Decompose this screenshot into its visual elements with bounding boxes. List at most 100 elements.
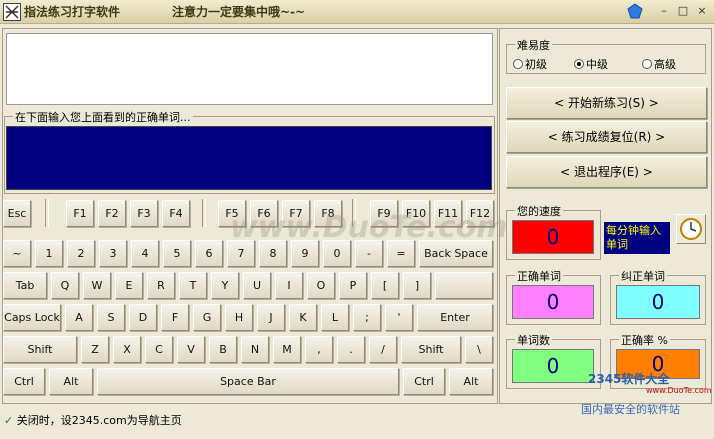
- close-button[interactable]: ×: [694, 4, 710, 19]
- key-t[interactable]: T: [179, 272, 207, 299]
- radio-advanced-label: 高级: [654, 58, 676, 71]
- key-open-bracket[interactable]: [: [371, 272, 399, 299]
- key-f3[interactable]: F3: [130, 200, 158, 227]
- key-j[interactable]: J: [257, 304, 285, 331]
- key-q[interactable]: Q: [51, 272, 79, 299]
- key-p[interactable]: P: [339, 272, 367, 299]
- window-subtitle: 注意力一定要集中哦~-~: [172, 5, 306, 19]
- key-x[interactable]: X: [113, 336, 141, 363]
- accuracy-label: 正确率 %: [619, 332, 670, 348]
- key-right-alt[interactable]: Alt: [449, 368, 493, 395]
- key-right-ctrl[interactable]: Ctrl: [403, 368, 445, 395]
- gem-icon[interactable]: [627, 3, 643, 19]
- key-close-bracket[interactable]: ]: [403, 272, 431, 299]
- word-display: [6, 33, 493, 105]
- key-tilde[interactable]: ~: [3, 240, 31, 267]
- difficulty-label: 难易度: [515, 37, 552, 53]
- key-u[interactable]: U: [243, 272, 271, 299]
- key-left-ctrl[interactable]: Ctrl: [3, 368, 45, 395]
- minimize-button[interactable]: –: [656, 4, 672, 19]
- speed-value: 0: [512, 220, 594, 254]
- exit-button[interactable]: < 退出程序(E) >: [506, 156, 707, 188]
- key-f[interactable]: F: [161, 304, 189, 331]
- key-separator: [202, 199, 206, 227]
- speed-label: 您的速度: [515, 203, 563, 219]
- check-icon: ✓: [4, 414, 14, 427]
- key-right-shift[interactable]: Shift: [401, 336, 461, 363]
- key-c[interactable]: C: [145, 336, 173, 363]
- key-space[interactable]: Space Bar: [97, 368, 399, 395]
- correct-label: 正确单词: [515, 268, 563, 284]
- speed-unit-note: 每分钟输入单词: [604, 222, 670, 254]
- radio-intermediate[interactable]: 中级: [574, 56, 608, 72]
- key-n[interactable]: N: [241, 336, 269, 363]
- key-period[interactable]: .: [337, 336, 365, 363]
- maximize-button[interactable]: □: [675, 4, 691, 19]
- key-5[interactable]: 5: [163, 240, 191, 267]
- key-r[interactable]: R: [147, 272, 175, 299]
- site-url: www.DuoTe.com: [646, 386, 712, 395]
- key-separator: [45, 199, 49, 227]
- key-g[interactable]: G: [193, 304, 221, 331]
- key-left-shift[interactable]: Shift: [3, 336, 77, 363]
- input-group-label: 在下面输入您上面看到的正确单词...: [13, 109, 193, 125]
- key-tab[interactable]: Tab: [3, 272, 47, 299]
- key-s[interactable]: S: [97, 304, 125, 331]
- reset-score-button[interactable]: < 练习成绩复位(R) >: [506, 121, 707, 153]
- radio-dot-selected: [574, 59, 584, 69]
- key-b[interactable]: B: [209, 336, 237, 363]
- radio-dot: [513, 59, 523, 69]
- key-blank[interactable]: [435, 272, 493, 299]
- key-w[interactable]: W: [83, 272, 111, 299]
- clock-icon[interactable]: [676, 214, 706, 244]
- count-label: 单词数: [515, 332, 552, 348]
- correct-value: 0: [512, 285, 594, 319]
- site-tagline: 国内最安全的软件站: [581, 403, 680, 416]
- key-f2[interactable]: F2: [98, 200, 126, 227]
- key-o[interactable]: O: [307, 272, 335, 299]
- key-d[interactable]: D: [129, 304, 157, 331]
- watermark: www.DuoTe.com: [230, 210, 508, 245]
- count-value: 0: [512, 349, 594, 383]
- window-title: 指法练习打字软件: [24, 5, 121, 19]
- key-enter[interactable]: Enter: [417, 304, 493, 331]
- key-f1[interactable]: F1: [66, 200, 94, 227]
- key-l[interactable]: L: [321, 304, 349, 331]
- radio-intermediate-label: 中级: [586, 58, 608, 71]
- radio-beginner-label: 初级: [525, 58, 547, 71]
- key-1[interactable]: 1: [35, 240, 63, 267]
- homepage-checkbox[interactable]: ✓ 关闭时，设2345.com为导航主页: [4, 412, 182, 428]
- key-m[interactable]: M: [273, 336, 301, 363]
- key-i[interactable]: I: [275, 272, 303, 299]
- key-esc[interactable]: Esc: [3, 200, 31, 227]
- key-comma[interactable]: ,: [305, 336, 333, 363]
- key-backslash[interactable]: \: [465, 336, 493, 363]
- key-quote[interactable]: ': [385, 304, 413, 331]
- site-logo: 2345软件大全: [588, 372, 670, 386]
- radio-beginner[interactable]: 初级: [513, 56, 547, 72]
- homepage-checkbox-label: 关闭时，设2345.com为导航主页: [16, 414, 182, 427]
- app-icon[interactable]: [3, 3, 21, 21]
- radio-dot: [642, 59, 652, 69]
- key-left-alt[interactable]: Alt: [49, 368, 93, 395]
- key-6[interactable]: 6: [195, 240, 223, 267]
- key-slash[interactable]: /: [369, 336, 397, 363]
- key-3[interactable]: 3: [99, 240, 127, 267]
- key-y[interactable]: Y: [211, 272, 239, 299]
- key-v[interactable]: V: [177, 336, 205, 363]
- key-capslock[interactable]: Caps Lock: [3, 304, 61, 331]
- key-f4[interactable]: F4: [162, 200, 190, 227]
- key-z[interactable]: Z: [81, 336, 109, 363]
- typing-input[interactable]: [6, 126, 492, 190]
- fixed-value: 0: [616, 285, 700, 319]
- key-2[interactable]: 2: [67, 240, 95, 267]
- fixed-label: 纠正单词: [619, 268, 667, 284]
- key-a[interactable]: A: [65, 304, 93, 331]
- key-4[interactable]: 4: [131, 240, 159, 267]
- key-k[interactable]: K: [289, 304, 317, 331]
- start-practice-button[interactable]: < 开始新练习(S) >: [506, 87, 707, 119]
- radio-advanced[interactable]: 高级: [642, 56, 676, 72]
- key-e[interactable]: E: [115, 272, 143, 299]
- key-h[interactable]: H: [225, 304, 253, 331]
- key-semicolon[interactable]: ;: [353, 304, 381, 331]
